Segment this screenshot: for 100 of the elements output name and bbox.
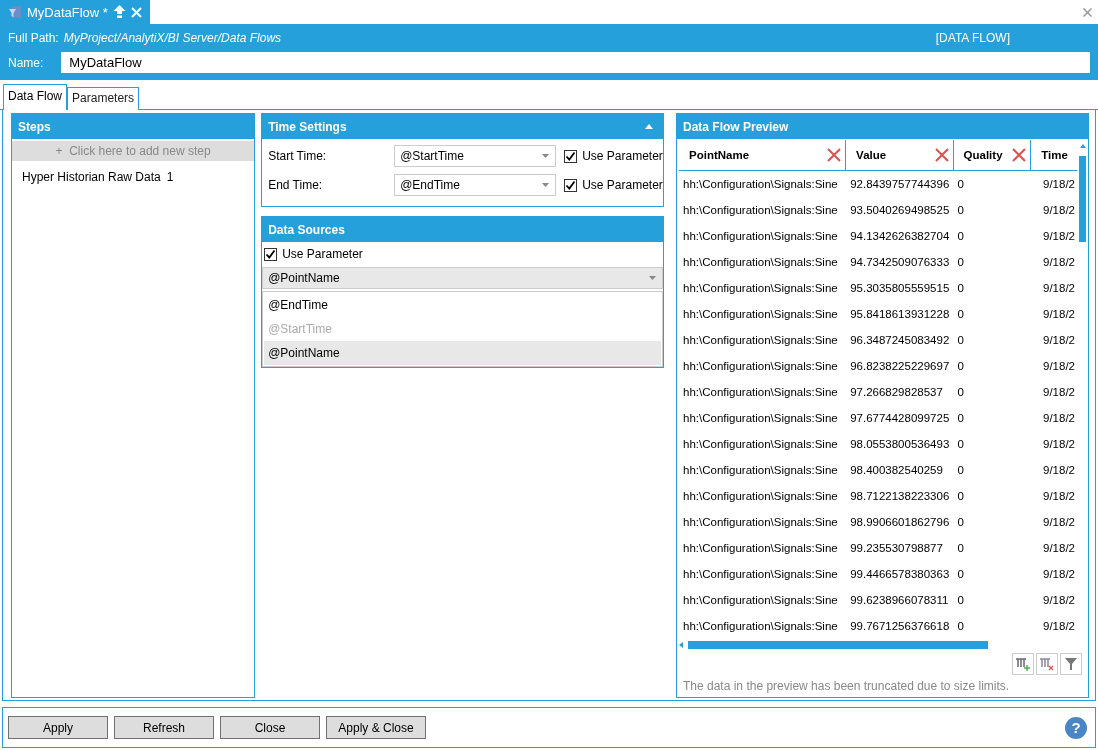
table-cell-text: 94.1342626382704 xyxy=(849,230,951,242)
close-icon[interactable] xyxy=(1083,7,1092,17)
scrollbar-thumb[interactable] xyxy=(1079,156,1086,242)
table-cell-text: 9/18/2 xyxy=(1042,178,1076,190)
column-header[interactable]: Value xyxy=(846,140,954,170)
panel-title: Data Flow Preview xyxy=(683,119,790,134)
table-cell-text: 98.7122138223306 xyxy=(849,490,951,502)
column-header[interactable]: Time xyxy=(1031,140,1077,170)
table-cell-text: 93.5040269498525 xyxy=(849,204,951,216)
caret-icon xyxy=(649,276,656,280)
table-cell-text: 98.0553800536493 xyxy=(849,438,951,450)
step-item[interactable]: Hyper Historian Raw Data 1 xyxy=(12,161,255,193)
table-cell-text: 0 xyxy=(956,620,965,632)
column-header[interactable]: PointName xyxy=(679,140,847,170)
field-label: Full Path: xyxy=(8,31,59,45)
scrollbar-thumb[interactable] xyxy=(688,641,988,649)
footer-button[interactable]: Apply & Close xyxy=(326,716,426,739)
field-label: Name: xyxy=(8,55,44,70)
table-cell-text: 9/18/2 xyxy=(1042,438,1076,450)
dropdown[interactable]: @PointName xyxy=(262,267,663,289)
table-cell-text: 0 xyxy=(956,308,965,320)
add-column-button[interactable] xyxy=(1012,653,1034,675)
footer-button[interactable]: Close xyxy=(220,716,320,739)
table-cell-text: 9/18/2 xyxy=(1042,334,1076,346)
table-cell-text: 94.7342509076333 xyxy=(849,256,951,268)
table-cell-text: hh:\Configuration\Signals:Sine xyxy=(682,282,839,294)
dropdown[interactable]: @EndTime xyxy=(394,174,557,196)
table-cell-text: 0 xyxy=(956,282,965,294)
table-cell-text: 9/18/2 xyxy=(1042,230,1076,242)
table-cell-text: 9/18/2 xyxy=(1042,516,1076,528)
table-cell-text: hh:\Configuration\Signals:Sine xyxy=(682,230,839,242)
table-cell-text: 0 xyxy=(956,542,965,554)
use-parameter-checkbox[interactable]: Use Parameter xyxy=(564,178,663,192)
help-button[interactable]: ? xyxy=(1065,716,1087,739)
remove-column-button[interactable] xyxy=(1036,653,1058,675)
name-field[interactable]: MyDataFlow xyxy=(61,52,1090,73)
table-cell-text: 98.9906601862796 xyxy=(849,516,951,528)
table-cell-text: hh:\Configuration\Signals:Sine xyxy=(682,308,839,320)
dropdown[interactable]: @StartTime xyxy=(394,145,557,167)
table-cell-text: 99.235530798877 xyxy=(849,542,944,554)
collapse-icon[interactable] xyxy=(645,124,653,129)
columns-x-icon xyxy=(1039,657,1055,671)
table-cell-text: hh:\Configuration\Signals:Sine xyxy=(682,360,839,372)
columns-plus-icon xyxy=(1015,657,1031,671)
table-cell-text: 9/18/2 xyxy=(1042,464,1076,476)
tab[interactable]: Parameters xyxy=(67,87,140,110)
table-cell-text: hh:\Configuration\Signals:Sine xyxy=(682,412,839,424)
scroll-up-icon[interactable] xyxy=(1079,144,1086,148)
column-header[interactable]: Quality xyxy=(953,140,1032,170)
table-cell-text: 0 xyxy=(956,516,965,528)
full-path: MyProject/AnalytiX/BI Server/Data Flows xyxy=(63,31,283,45)
table-cell-text: hh:\Configuration\Signals:Sine xyxy=(682,516,839,528)
dropdown-option[interactable]: @PointName xyxy=(264,341,661,365)
dropdown-option[interactable]: @EndTime xyxy=(264,293,661,317)
table-cell-text: 96.3487245083492 xyxy=(849,334,951,346)
table-cell-text: 0 xyxy=(956,464,965,476)
table-cell-text: hh:\Configuration\Signals:Sine xyxy=(682,438,839,450)
table-cell-text: 98.400382540259 xyxy=(849,464,944,476)
data-flow-icon xyxy=(8,5,22,19)
table-cell-text: 0 xyxy=(956,256,965,268)
use-parameter-checkbox[interactable]: Use Parameter xyxy=(264,247,661,261)
scroll-left-icon[interactable] xyxy=(679,642,683,648)
filter-button[interactable] xyxy=(1060,653,1082,675)
pin-icon[interactable] xyxy=(112,5,126,19)
table-cell-text: hh:\Configuration\Signals:Sine xyxy=(682,334,839,346)
table-cell-text: 0 xyxy=(956,438,965,450)
table-cell-text: hh:\Configuration\Signals:Sine xyxy=(682,594,839,606)
table-cell-text: hh:\Configuration\Signals:Sine xyxy=(682,204,839,216)
clear-filter-icon[interactable] xyxy=(1012,148,1027,162)
footer-button[interactable]: Apply xyxy=(8,716,108,739)
table-cell-text: 9/18/2 xyxy=(1042,490,1076,502)
caret-icon xyxy=(542,183,550,187)
tick-icon xyxy=(265,248,277,260)
use-parameter-checkbox[interactable]: Use Parameter xyxy=(564,149,663,163)
panel-title: Time Settings xyxy=(268,119,348,134)
tab[interactable]: Data Flow xyxy=(3,84,68,110)
table-cell-text: 97.266829828537 xyxy=(849,386,944,398)
table-cell-text: 0 xyxy=(956,490,965,502)
table-cell-text: 9/18/2 xyxy=(1042,256,1076,268)
table-cell-text: 99.4466578380363 xyxy=(849,568,951,580)
truncation-note: The data in the preview has been truncated due to size limits. xyxy=(682,678,1011,693)
table-cell-text: 0 xyxy=(956,568,965,580)
table-cell-text: 97.6774428099725 xyxy=(849,412,951,424)
table-cell-text: 9/18/2 xyxy=(1042,412,1076,424)
tick-icon xyxy=(565,150,577,162)
clear-filter-icon[interactable] xyxy=(827,148,842,162)
table-cell-text: 99.6238966078311 xyxy=(849,594,950,606)
table-cell-text: 0 xyxy=(956,594,965,606)
table-cell-text: hh:\Configuration\Signals:Sine xyxy=(682,178,839,190)
table-cell-text: hh:\Configuration\Signals:Sine xyxy=(682,256,839,268)
field-label: End Time: xyxy=(268,178,324,192)
table-cell-text: 0 xyxy=(956,360,965,372)
table-cell-text: hh:\Configuration\Signals:Sine xyxy=(682,464,839,476)
panel-title: Steps xyxy=(18,119,52,134)
table-cell-text: 9/18/2 xyxy=(1042,568,1076,580)
clear-filter-icon[interactable] xyxy=(934,148,949,162)
filter-icon xyxy=(1064,657,1078,671)
caret-icon xyxy=(542,154,550,158)
footer-button[interactable]: Refresh xyxy=(114,716,214,739)
table-cell-text: 9/18/2 xyxy=(1042,204,1076,216)
